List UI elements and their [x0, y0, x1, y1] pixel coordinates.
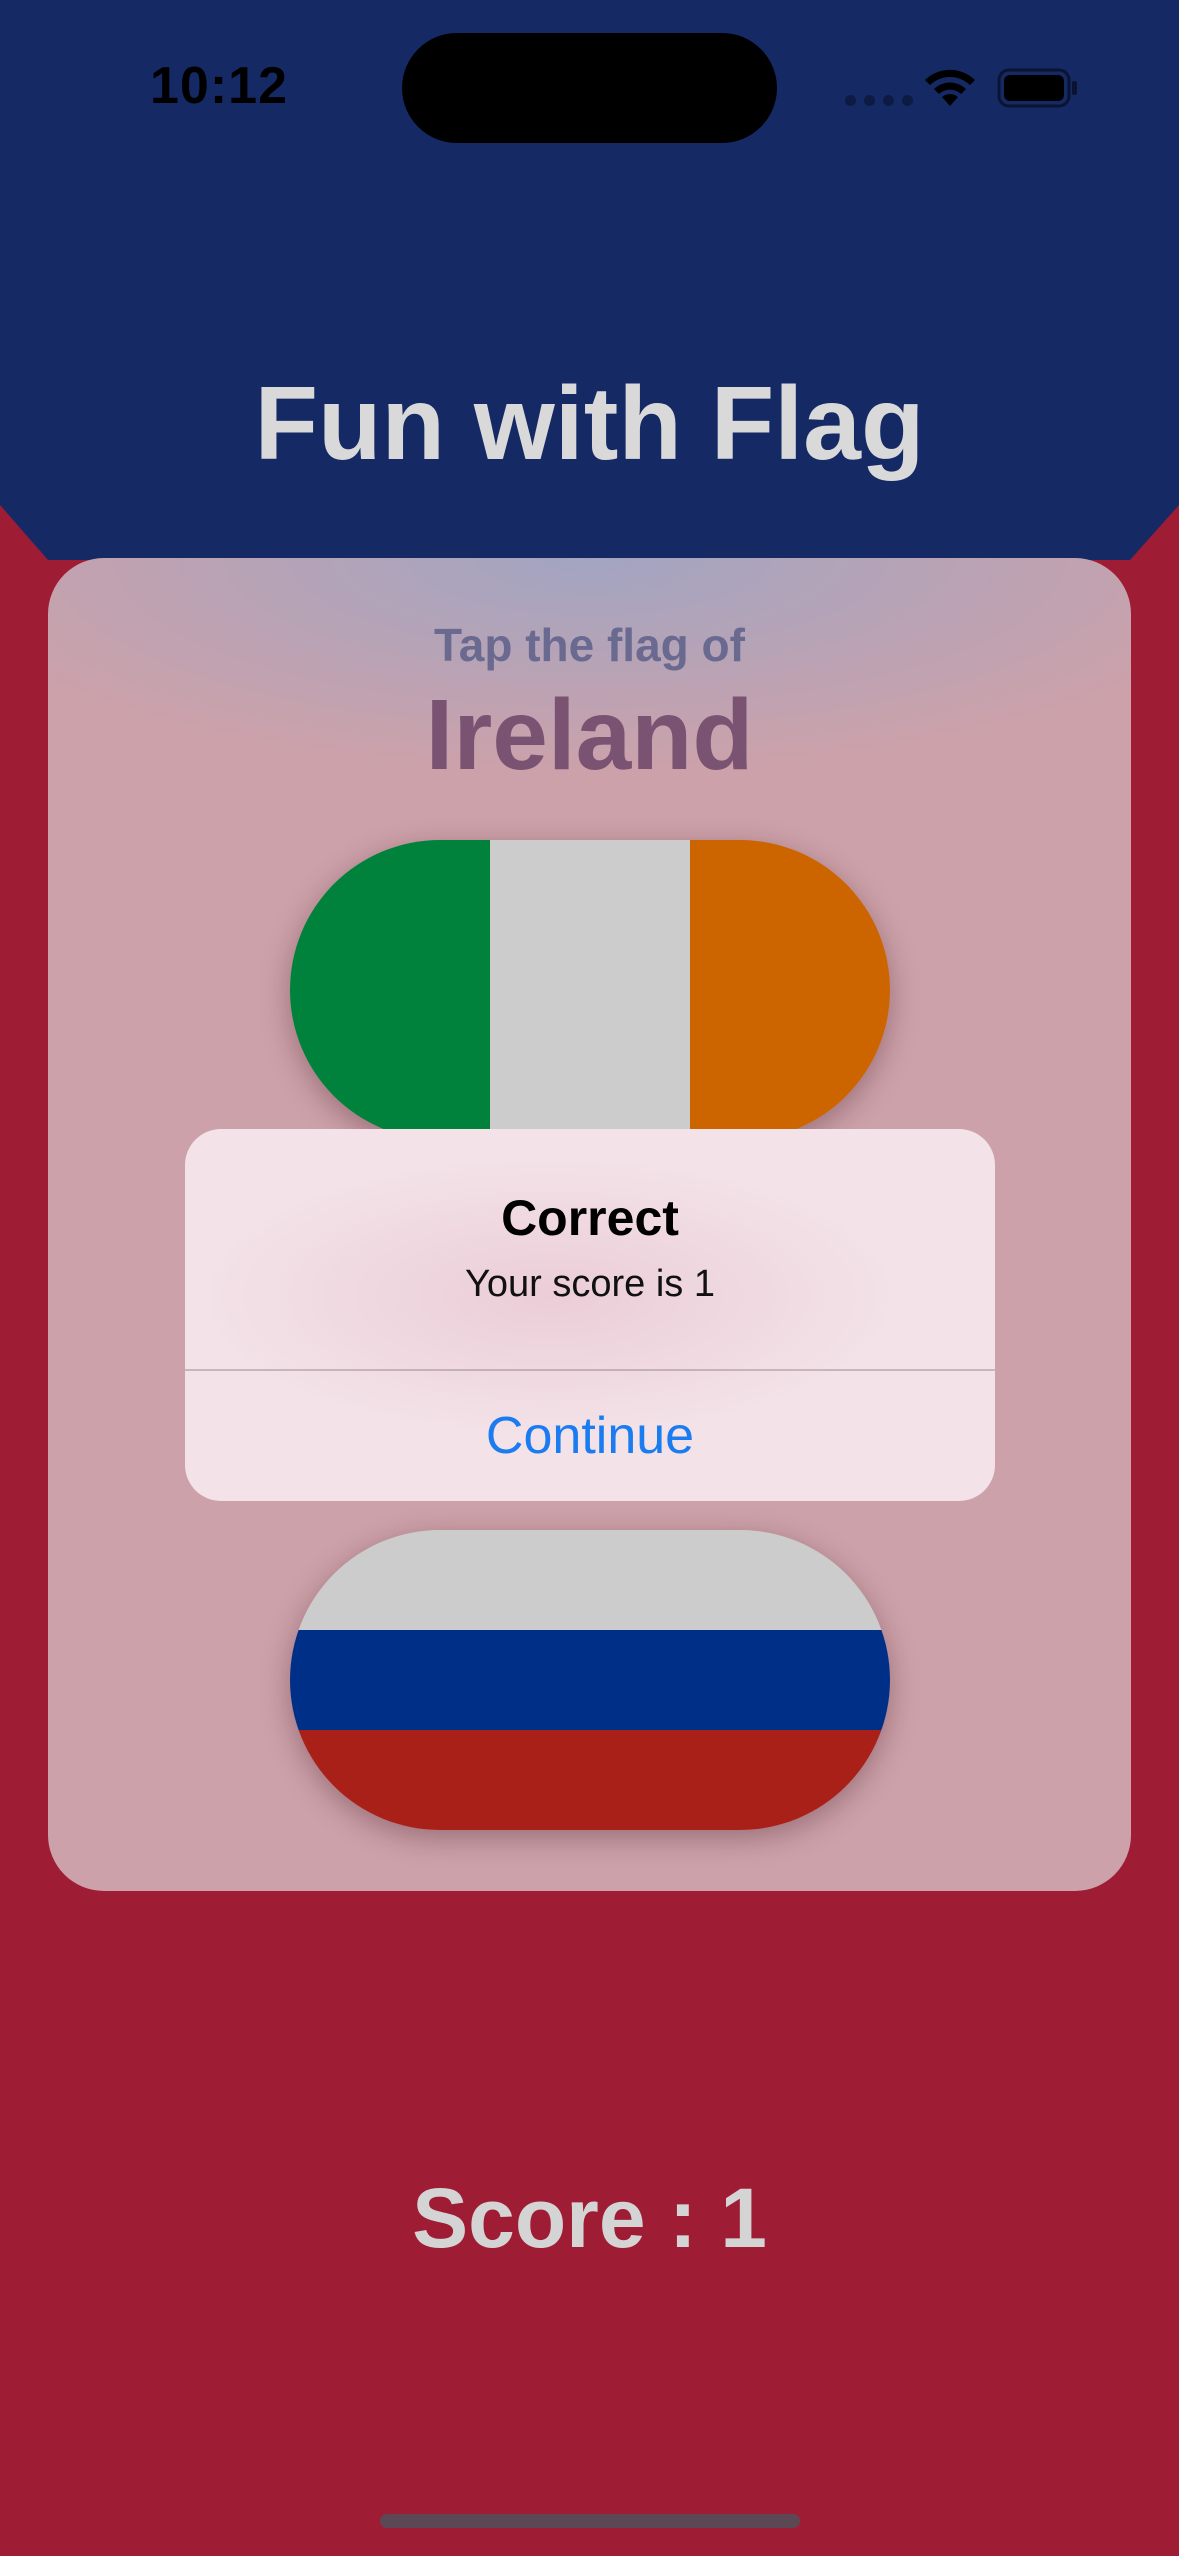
target-country-name: Ireland	[425, 679, 754, 791]
home-indicator[interactable]	[380, 2514, 800, 2528]
battery-icon	[997, 68, 1077, 108]
flag-stripe	[290, 1730, 890, 1830]
flag-button-ireland[interactable]	[290, 840, 890, 1140]
app-title: Fun with Flag	[254, 366, 925, 482]
cellular-signal-icon	[845, 95, 913, 106]
flag-stripe	[290, 1530, 890, 1630]
result-alert: Correct Your score is 1 Continue	[185, 1129, 995, 1501]
flag-button-russia[interactable]	[290, 1530, 890, 1830]
wifi-icon	[925, 69, 975, 106]
status-time: 10:12	[150, 57, 288, 115]
flag-stripe	[290, 1630, 890, 1730]
alert-message: Your score is 1	[465, 1263, 715, 1305]
dynamic-island	[402, 33, 777, 143]
score-label: Score : 1	[412, 2171, 767, 2265]
continue-button[interactable]: Continue	[185, 1371, 995, 1501]
prompt-label: Tap the flag of	[434, 619, 745, 671]
alert-title: Correct	[501, 1190, 679, 1246]
flag-stripe	[490, 840, 690, 1140]
